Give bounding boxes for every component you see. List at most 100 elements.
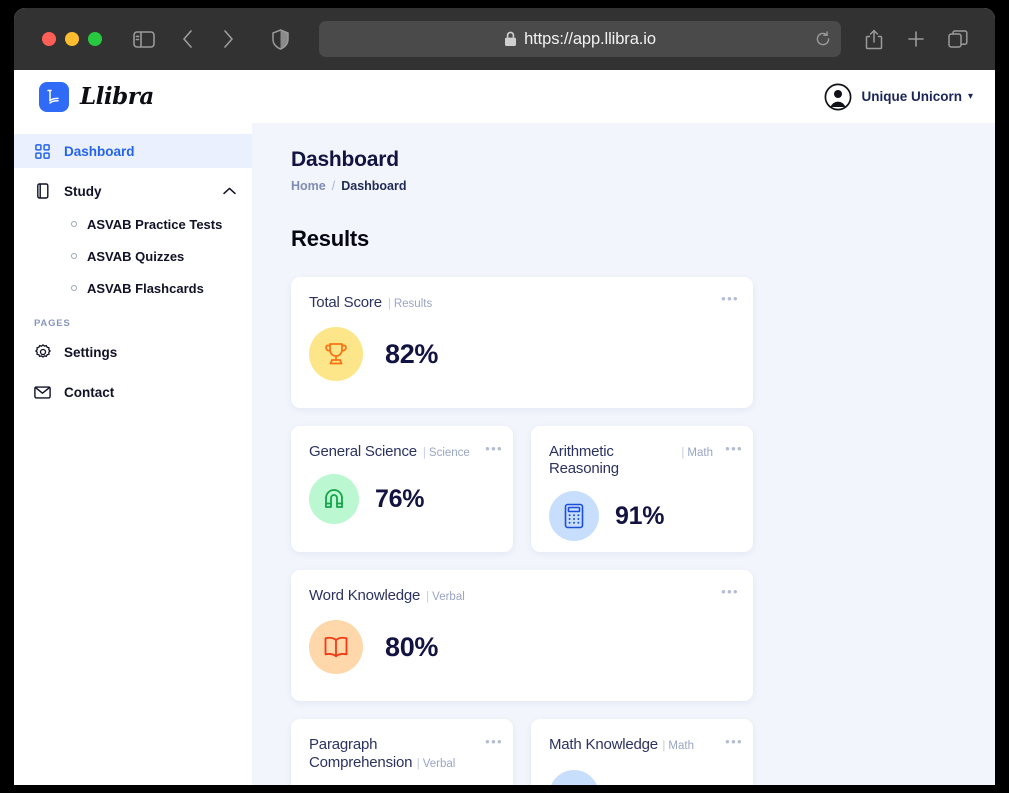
browser-toolbar: https://app.llibra.io <box>14 8 995 70</box>
app-header: Llibra Unique Unicorn ▾ <box>14 70 995 123</box>
sidebar-subitem-label: ASVAB Flashcards <box>87 280 204 296</box>
brand-name: Llibra <box>80 83 154 110</box>
card-title: Math Knowledge <box>549 736 658 753</box>
lock-icon <box>504 31 517 47</box>
tab-overview-icon[interactable] <box>941 22 975 56</box>
bullet-icon <box>71 221 77 227</box>
card-menu-button[interactable]: ••• <box>721 292 739 305</box>
gear-icon <box>34 344 51 361</box>
sidebar: Dashboard Study ASVAB Practice Tests ASV… <box>14 123 252 793</box>
calculator-icon <box>549 491 599 541</box>
sidebar-toggle-icon[interactable] <box>127 22 161 56</box>
card-header: General Science | Science <box>309 443 495 460</box>
user-avatar-icon <box>824 83 852 111</box>
sidebar-item-label: Settings <box>64 344 118 360</box>
card-menu-button[interactable]: ••• <box>725 735 743 748</box>
llibra-logo-icon <box>39 81 69 112</box>
close-window-button[interactable] <box>42 32 56 46</box>
card-row: Total Score | Results ••• 82% <box>291 277 753 408</box>
url-text: https://app.llibra.io <box>524 29 656 48</box>
result-card-paragraph-comprehension[interactable]: Paragraph Comprehension | Verbal ••• <box>291 719 513 793</box>
forward-arrow-icon[interactable] <box>211 22 245 56</box>
card-body: 82% <box>309 327 735 381</box>
page-title: Dashboard <box>291 148 399 171</box>
card-menu-button[interactable]: ••• <box>485 442 503 455</box>
sidebar-item-dashboard[interactable]: Dashboard <box>14 134 252 168</box>
grid-icon <box>34 143 51 160</box>
card-header: Arithmetic Reasoning | Math <box>549 443 735 477</box>
sidebar-item-label: Contact <box>64 384 115 400</box>
card-tag: | Math <box>662 740 694 752</box>
sidebar-subitem-label: ASVAB Quizzes <box>87 248 185 264</box>
results-heading: Results <box>291 226 370 251</box>
minimize-window-button[interactable] <box>65 32 79 46</box>
sidebar-submenu-study: ASVAB Practice Tests ASVAB Quizzes ASVAB… <box>14 208 252 304</box>
sidebar-item-settings[interactable]: Settings <box>14 335 252 369</box>
sidebar-item-asvab-quizzes[interactable]: ASVAB Quizzes <box>14 240 252 272</box>
card-header: Math Knowledge | Math <box>549 736 735 754</box>
card-row: General Science | Science ••• 76% Arithm… <box>291 426 753 552</box>
brand[interactable]: Llibra <box>39 81 154 112</box>
bullet-icon <box>71 285 77 291</box>
breadcrumb-home[interactable]: Home <box>291 179 326 193</box>
card-menu-button[interactable]: ••• <box>485 735 503 748</box>
card-title: Total Score <box>309 294 382 311</box>
sidebar-item-contact[interactable]: Contact <box>14 375 252 409</box>
sidebar-item-study[interactable]: Study <box>14 174 252 208</box>
card-body: 80% <box>309 620 735 674</box>
result-card-arithmetic-reasoning[interactable]: Arithmetic Reasoning | Math ••• 91% <box>531 426 753 552</box>
trophy-icon <box>309 327 363 381</box>
url-content: https://app.llibra.io <box>504 30 656 49</box>
card-title: Paragraph Comprehension <box>309 736 413 771</box>
result-card-word-knowledge[interactable]: Word Knowledge | Verbal ••• 80% <box>291 570 753 701</box>
card-body: 76% <box>309 474 495 524</box>
card-tag: | Results <box>387 298 433 310</box>
sidebar-item-label: Dashboard <box>64 143 135 159</box>
share-icon[interactable] <box>857 22 891 56</box>
chevron-down-icon: ▾ <box>967 91 973 102</box>
breadcrumb-current: Dashboard <box>341 179 407 193</box>
card-title: General Science <box>309 443 417 460</box>
envelope-icon <box>34 384 51 401</box>
card-menu-button[interactable]: ••• <box>721 585 739 598</box>
card-row: Word Knowledge | Verbal ••• 80% <box>291 570 753 701</box>
toolbar-right-icons <box>857 22 975 56</box>
card-tag: | Math <box>681 447 713 459</box>
card-header: Total Score | Results <box>309 294 735 311</box>
sidebar-item-asvab-practice-tests[interactable]: ASVAB Practice Tests <box>14 208 252 240</box>
chevron-up-icon[interactable] <box>223 187 236 195</box>
card-score: 80% <box>385 631 439 662</box>
card-tag: | Science <box>422 447 470 459</box>
app-content: Llibra Unique Unicorn ▾ Dashboard Study … <box>14 70 995 793</box>
window-controls <box>42 32 102 46</box>
shield-icon[interactable] <box>263 22 297 56</box>
result-card-math-knowledge[interactable]: Math Knowledge | Math ••• <box>531 719 753 793</box>
card-menu-button[interactable]: ••• <box>725 442 743 455</box>
reload-icon[interactable] <box>815 31 831 47</box>
card-title: Arithmetic Reasoning <box>549 443 619 477</box>
card-score: 91% <box>615 501 665 530</box>
main-content: Dashboard Home / Dashboard Results Total… <box>252 123 995 793</box>
bullet-icon <box>71 253 77 259</box>
back-arrow-icon[interactable] <box>171 22 205 56</box>
result-card-total-score[interactable]: Total Score | Results ••• 82% <box>291 277 753 408</box>
card-body: 91% <box>549 491 735 541</box>
sidebar-item-label: Study <box>64 183 102 199</box>
browser-window: https://app.llibra.io Llibra Unique Unic… <box>14 8 995 793</box>
app-body: Dashboard Study ASVAB Practice Tests ASV… <box>14 123 995 793</box>
breadcrumb-separator: / <box>331 179 336 193</box>
url-bar[interactable]: https://app.llibra.io <box>319 21 841 57</box>
result-card-general-science[interactable]: General Science | Science ••• 76% <box>291 426 513 552</box>
sidebar-item-asvab-flashcards[interactable]: ASVAB Flashcards <box>14 272 252 304</box>
screen-bottom-edge <box>0 785 1009 793</box>
maximize-window-button[interactable] <box>88 32 102 46</box>
card-tag: | Verbal <box>416 758 456 770</box>
user-menu[interactable]: Unique Unicorn ▾ <box>824 83 973 111</box>
card-tag: | Verbal <box>426 591 465 603</box>
plus-icon[interactable] <box>899 22 933 56</box>
card-header: Paragraph Comprehension | Verbal <box>309 736 495 772</box>
navigation-buttons <box>171 22 245 56</box>
card-score: 82% <box>385 338 439 369</box>
card-score: 76% <box>375 484 425 513</box>
user-name: Unique Unicorn <box>861 89 962 104</box>
